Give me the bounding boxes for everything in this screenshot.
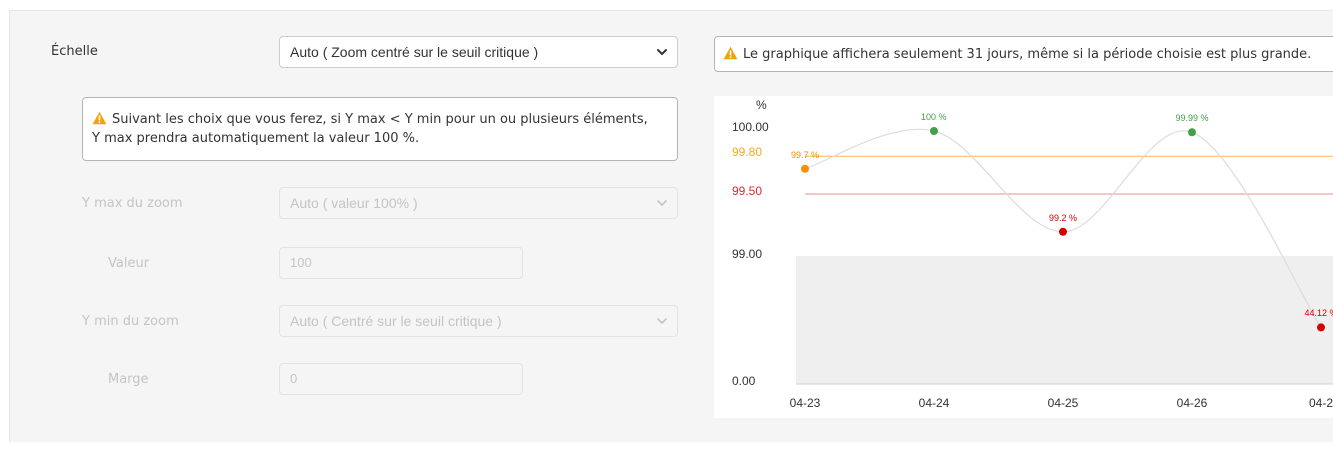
x-tick-label: 04-23 bbox=[789, 396, 821, 410]
chart-plot bbox=[796, 127, 1333, 385]
marge-label: Marge bbox=[108, 372, 149, 387]
ymax-info-text2: Y max prendra automatiquement la valeur … bbox=[92, 131, 420, 146]
x-tick-label: 04-2 bbox=[1308, 396, 1333, 410]
chart-period-alert-text: Le graphique affichera seulement 31 jour… bbox=[743, 47, 1312, 62]
chevron-down-icon bbox=[657, 49, 667, 56]
data-label: 99.99 % bbox=[1175, 113, 1209, 124]
warning-icon bbox=[92, 111, 107, 125]
availability-chart: % 100.00 99.80 99.50 99.00 0.00 99.7 % 10… bbox=[714, 96, 1333, 418]
echelle-select[interactable]: Auto ( Zoom centré sur le seuil critique… bbox=[279, 36, 678, 68]
ymax-info-line1: Suivant les choix que vous ferez, si Y m… bbox=[92, 110, 677, 129]
ymin-zoom-select-value: Auto ( Centré sur le seuil critique ) bbox=[290, 313, 502, 329]
chart-period-alert: Le graphique affichera seulement 31 jour… bbox=[714, 36, 1333, 72]
echelle-select-value: Auto ( Zoom centré sur le seuil critique… bbox=[290, 44, 539, 60]
data-point bbox=[801, 164, 809, 173]
data-point bbox=[930, 127, 938, 135]
data-point bbox=[1317, 323, 1325, 332]
ymax-zoom-select[interactable]: Auto ( valeur 100% ) bbox=[279, 187, 678, 219]
ymax-info-alert: Suivant les choix que vous ferez, si Y m… bbox=[82, 97, 678, 161]
echelle-label: Échelle bbox=[51, 44, 98, 59]
data-label: 44.12 % bbox=[1304, 308, 1333, 319]
valeur-input[interactable]: 100 bbox=[279, 247, 523, 279]
ymin-zoom-select[interactable]: Auto ( Centré sur le seuil critique ) bbox=[279, 305, 678, 337]
data-label: 99.2 % bbox=[1049, 212, 1078, 223]
ymax-zoom-label: Y max du zoom bbox=[82, 196, 183, 211]
data-label: 100 % bbox=[921, 112, 947, 122]
valeur-label: Valeur bbox=[108, 256, 150, 271]
data-label: 99.7 % bbox=[791, 149, 820, 160]
x-tick-label: 04-26 bbox=[1176, 396, 1208, 410]
data-point bbox=[1059, 227, 1067, 236]
chevron-down-icon bbox=[657, 318, 667, 325]
ymin-zoom-label: Y min du zoom bbox=[82, 314, 179, 329]
data-point bbox=[1188, 128, 1196, 137]
x-tick-label: 04-24 bbox=[918, 396, 950, 410]
chevron-down-icon bbox=[657, 200, 667, 207]
marge-input[interactable]: 0 bbox=[279, 363, 523, 395]
ymax-zoom-select-value: Auto ( valeur 100% ) bbox=[290, 195, 418, 211]
x-tick-label: 04-25 bbox=[1047, 396, 1079, 410]
warning-icon bbox=[723, 46, 738, 60]
ymax-info-text1: Suivant les choix que vous ferez, si Y m… bbox=[112, 112, 648, 127]
